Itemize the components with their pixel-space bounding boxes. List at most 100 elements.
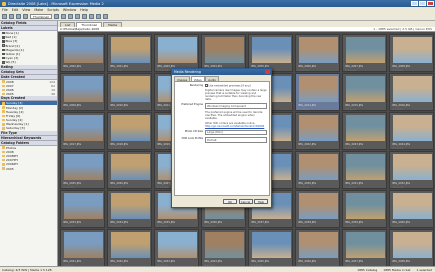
thumbnail-cell[interactable]: IMG_4002.JPG ☆☆☆☆☆ <box>60 34 105 72</box>
minimize-button[interactable] <box>411 1 418 6</box>
folder-item[interactable]: 2005 <box>0 167 57 171</box>
save-icon[interactable] <box>16 14 21 19</box>
rating-stars[interactable]: ☆☆☆☆☆ <box>110 108 122 111</box>
thumbnail-cell[interactable]: IMG_4034.JPG ☆☆☆☆☆ <box>107 190 152 228</box>
thumbnail-image[interactable] <box>64 232 103 258</box>
rating-stars[interactable]: ☆☆☆☆☆ <box>345 186 357 189</box>
menu-item[interactable]: Make <box>34 8 43 12</box>
rating-stars[interactable]: ☆☆☆☆☆ <box>345 147 357 150</box>
thumbnail-cell[interactable]: IMG_4042.JPG ☆☆☆☆☆ <box>107 229 152 266</box>
thumbnail-image[interactable] <box>393 76 432 102</box>
rating-stars[interactable]: ☆☆☆☆☆ <box>157 147 169 150</box>
thumbnail-cell[interactable]: IMG_4024.JPG ☆☆☆☆☆ <box>389 112 434 150</box>
rating-stars[interactable]: ☆☆☆☆☆ <box>392 186 404 189</box>
thumbnail-image[interactable] <box>299 232 338 258</box>
help-button[interactable]: Help <box>254 199 268 204</box>
thumbnail-image[interactable] <box>299 76 338 102</box>
thumbnail-image[interactable] <box>111 76 150 102</box>
rating-stars[interactable]: ☆☆☆☆☆ <box>110 69 122 72</box>
new-icon[interactable] <box>2 14 7 19</box>
thumbnail-image[interactable] <box>393 115 432 141</box>
rating-stars[interactable]: ☆☆☆☆☆ <box>392 69 404 72</box>
thumbnail-image[interactable] <box>252 37 291 63</box>
menu-item[interactable]: Edit <box>12 8 19 12</box>
thumbnail-image[interactable] <box>346 37 385 63</box>
cancel-button[interactable]: Cancel <box>238 199 253 204</box>
thumbnail-cell[interactable]: IMG_4016.JPG ☆☆☆☆☆ <box>389 73 434 111</box>
rating-stars[interactable]: ☆☆☆☆☆ <box>63 147 75 150</box>
thumbnail-cell[interactable]: IMG_4023.JPG ☆☆☆☆☆ <box>342 112 387 150</box>
thumbnail-image[interactable] <box>299 115 338 141</box>
thumbnail-image[interactable] <box>64 193 103 219</box>
thumbnail-cell[interactable]: IMG_4032.JPG ☆☆☆☆☆ <box>389 151 434 189</box>
thumbnail-cell[interactable]: IMG_4030.JPG ☆☆☆☆☆ <box>295 151 340 189</box>
thumbnail-cell[interactable]: IMG_4007.JPG ☆☆☆☆☆ <box>342 34 387 72</box>
thumbnail-cell[interactable]: IMG_4033.JPG ☆☆☆☆☆ <box>60 190 105 228</box>
search-icon[interactable] <box>102 14 108 19</box>
rating-stars[interactable]: ☆☆☆☆☆ <box>345 108 357 111</box>
rating-stars[interactable]: ☆☆☆☆☆ <box>110 186 122 189</box>
thumbnail-image[interactable] <box>158 37 197 63</box>
rating-stars[interactable]: ☆☆☆☆☆ <box>63 69 75 72</box>
thumbnail-image[interactable] <box>111 154 150 180</box>
thumbnail-image[interactable] <box>111 193 150 219</box>
sort-icon[interactable] <box>88 14 94 19</box>
rating-stars[interactable]: ☆☆☆☆☆ <box>157 225 169 228</box>
close-button[interactable] <box>427 1 434 6</box>
thumbnail-cell[interactable]: IMG_4003.JPG ☆☆☆☆☆ <box>154 34 199 72</box>
thumbnail-image[interactable] <box>299 37 338 63</box>
info-icon[interactable] <box>81 14 87 19</box>
thumbnail-image[interactable] <box>205 37 244 63</box>
thumbnail-cell[interactable]: IMG_4044.JPG ☆☆☆☆☆ <box>201 229 246 266</box>
dialog-close-icon[interactable] <box>265 70 270 74</box>
thumbnail-cell[interactable]: IMG_4010.JPG ☆☆☆☆☆ <box>107 73 152 111</box>
rating-stars[interactable]: ☆☆☆☆☆ <box>157 69 169 72</box>
thumbnail-cell[interactable]: IMG_4006.JPG ☆☆☆☆☆ <box>295 34 340 72</box>
zoom-icon[interactable] <box>74 14 80 19</box>
print-icon[interactable] <box>23 14 28 19</box>
thumbnail-cell[interactable]: IMG_4005.JPG☆☆☆☆☆ <box>248 34 293 72</box>
thumbnail-image[interactable] <box>64 76 103 102</box>
preferred-engine-select[interactable]: Windows Imaging Component <box>205 103 267 109</box>
thumbnail-cell[interactable]: IMG_4015.JPG ☆☆☆☆☆ <box>342 73 387 111</box>
thumbnail-cell[interactable]: IMG_4008.JPG ☆☆☆☆☆ <box>389 34 434 72</box>
rating-stars[interactable]: ☆☆☆☆☆ <box>251 225 263 228</box>
thumbnail-image[interactable] <box>299 193 338 219</box>
thumbnail-image[interactable] <box>393 37 432 63</box>
rating-stars[interactable]: ☆☆☆☆☆ <box>298 108 310 111</box>
thumbnail-image[interactable] <box>111 37 150 63</box>
open-icon[interactable] <box>9 14 14 19</box>
rating-stars[interactable]: ☆☆☆☆☆ <box>298 186 310 189</box>
thumbnail-image[interactable] <box>111 115 150 141</box>
maximize-button[interactable] <box>419 1 426 6</box>
thumbnail-image[interactable] <box>346 76 385 102</box>
rating-stars[interactable]: ☆☆☆☆☆ <box>392 225 404 228</box>
rating-stars[interactable]: ☆☆☆☆☆ <box>110 225 122 228</box>
thumbnail-image[interactable] <box>111 232 150 258</box>
rendering-option[interactable]: Use embedded previews [if any] <box>205 84 267 87</box>
thumbnail-cell[interactable]: IMG_4048.JPG ☆☆☆☆☆ <box>389 229 434 266</box>
thumbnail-cell[interactable]: IMG_4009.JPG ☆☆☆☆☆ <box>60 73 105 111</box>
rating-stars[interactable]: ☆☆☆☆☆ <box>157 108 169 111</box>
thumbnail-image[interactable] <box>346 115 385 141</box>
thumbnail-cell[interactable]: IMG_4046.JPG ☆☆☆☆☆ <box>295 229 340 266</box>
thumbnail-image[interactable] <box>299 154 338 180</box>
rating-stars[interactable]: ☆☆☆☆☆ <box>345 225 357 228</box>
rating-stars[interactable]: ☆☆☆☆☆ <box>110 147 122 150</box>
menu-item[interactable]: File <box>2 8 8 12</box>
menu-item[interactable]: View <box>22 8 30 12</box>
rating-stars[interactable]: ☆☆☆☆☆ <box>345 69 357 72</box>
thumbnail-cell[interactable]: IMG_4001.JPG ☆☆☆☆☆ <box>107 34 152 72</box>
filter-icon[interactable] <box>95 14 101 19</box>
rating-stars[interactable]: ☆☆☆☆☆ <box>298 225 310 228</box>
rotate-icon[interactable] <box>67 14 73 19</box>
rating-stars[interactable]: ☆☆☆☆☆ <box>204 225 216 228</box>
thumbnail-cell[interactable]: IMG_4040.JPG ☆☆☆☆☆ <box>389 190 434 228</box>
menu-item[interactable]: Scripts <box>47 8 59 12</box>
thumbnail-cell[interactable]: IMG_4022.JPG ☆☆☆☆☆ <box>295 112 340 150</box>
thumbnail-cell[interactable]: IMG_4041.JPG ☆☆☆☆☆ <box>60 229 105 266</box>
rating-stars[interactable]: ☆☆☆☆☆ <box>298 69 310 72</box>
import-icon[interactable] <box>53 14 59 19</box>
thumbnail-cell[interactable]: IMG_4039.JPG ☆☆☆☆☆ <box>342 190 387 228</box>
thumbnail-cell[interactable]: IMG_4038.JPG ☆☆☆☆☆ <box>295 190 340 228</box>
